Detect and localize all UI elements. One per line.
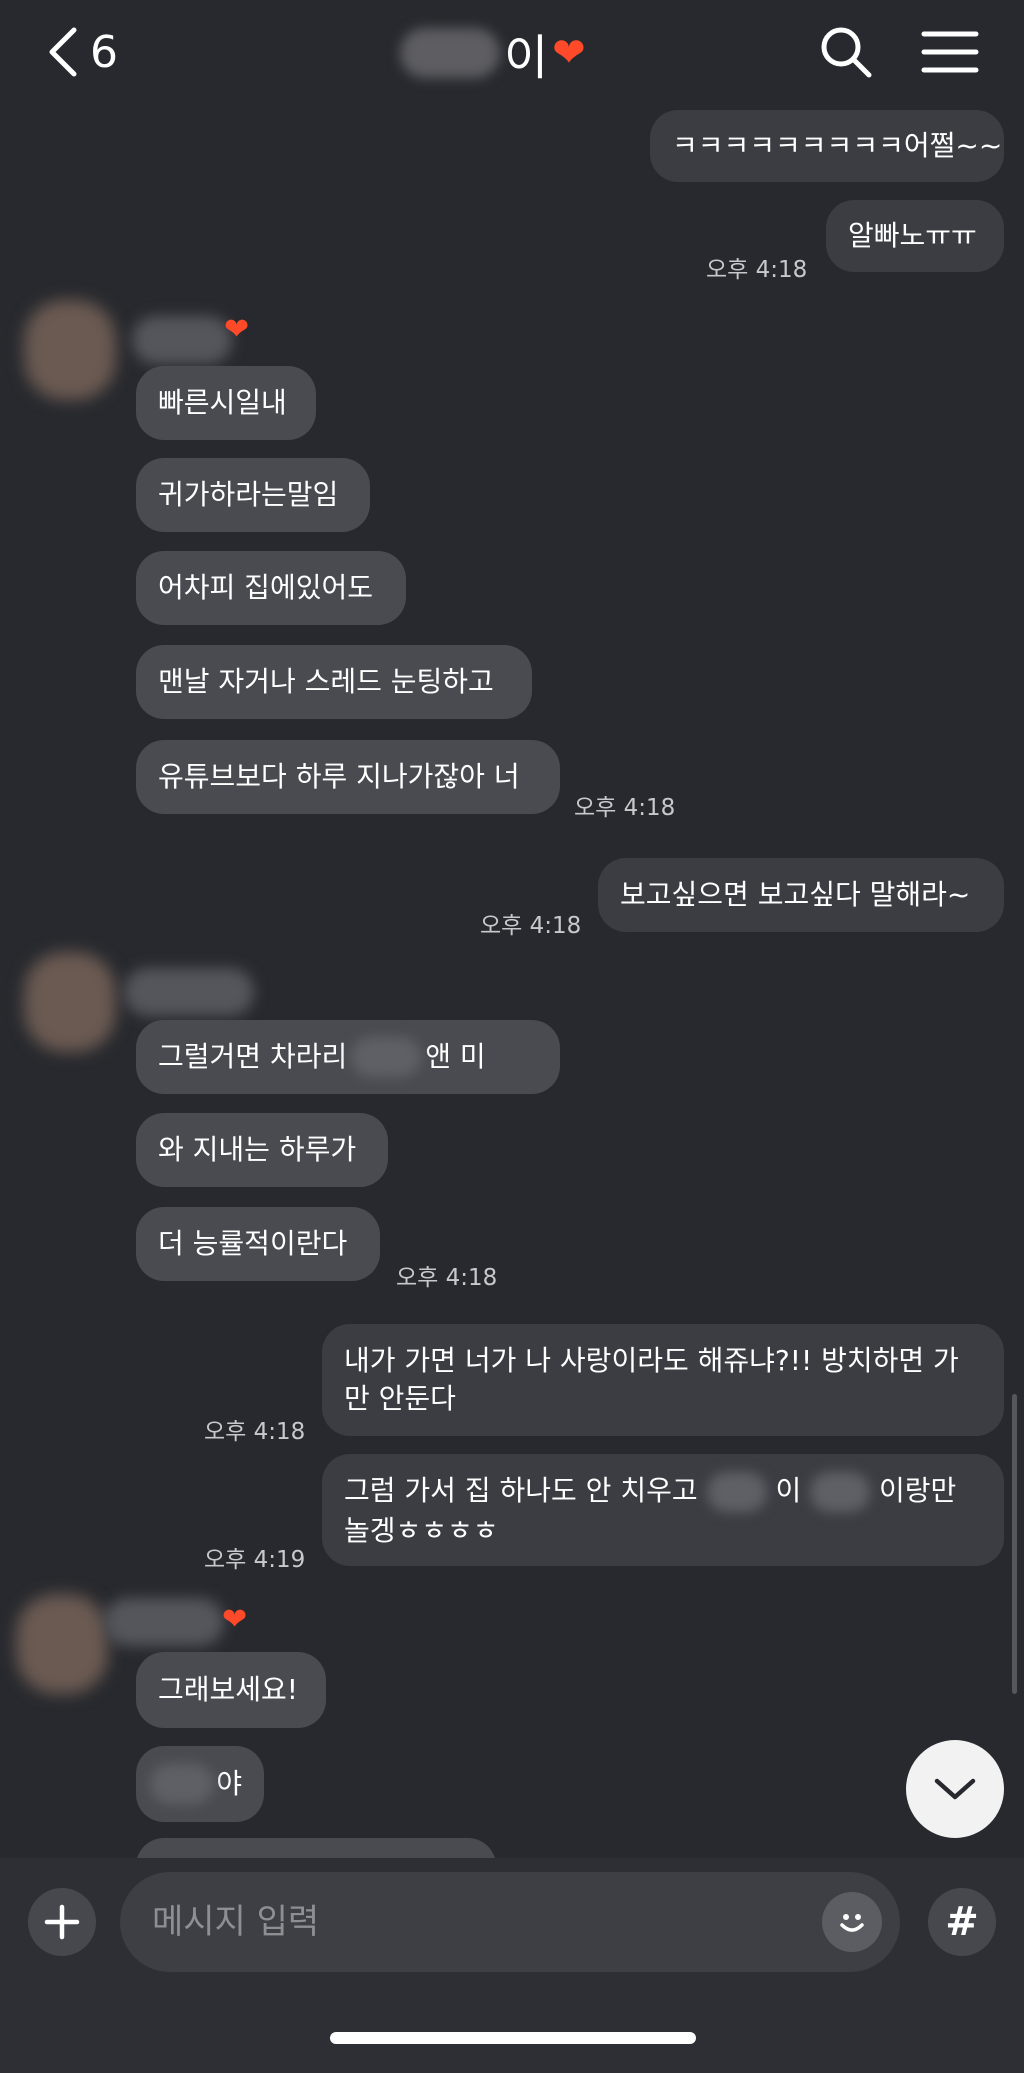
scrollbar[interactable]: [1012, 1394, 1017, 1694]
message-time: 오후 4:18: [396, 1265, 498, 1291]
attach-button[interactable]: [28, 1888, 96, 1956]
sender-name: [104, 1598, 224, 1646]
message-input-bar: #: [0, 1858, 1024, 2073]
redacted-text: [351, 1037, 422, 1077]
message-bubble-incoming[interactable]: 맨날 자거나 스레드 눈팅하고: [136, 645, 532, 719]
plus-icon: [44, 1904, 80, 1940]
message-text: 그럴거면 차라리: [158, 1040, 348, 1073]
message-bubble-incoming[interactable]: 빠른시일내: [136, 366, 316, 440]
message-input[interactable]: [120, 1872, 900, 1972]
message-bubble-outgoing[interactable]: 알빠노ㅠㅠ: [826, 200, 1004, 272]
avatar[interactable]: [24, 952, 116, 1052]
message-time: 오후 4:18: [574, 795, 676, 821]
hash-button[interactable]: #: [928, 1888, 996, 1956]
message-time: 오후 4:19: [204, 1547, 306, 1573]
message-bubble-incoming[interactable]: 야: [136, 1746, 264, 1822]
redacted-text: [150, 1764, 215, 1804]
message-bubble-incoming[interactable]: 귀가하라는말임: [136, 458, 370, 532]
message-list[interactable]: ㅋㅋㅋㅋㅋㅋㅋㅋㅋ어쩔~~ 알빠노ㅠㅠ 오후 4:18 ❤ 빠른시일내 귀가하라…: [0, 0, 1024, 1858]
chat-title-text: 이: [504, 30, 549, 86]
menu-button[interactable]: [920, 24, 980, 80]
hamburger-menu-icon: [921, 31, 979, 73]
emoji-icon: [840, 1914, 864, 1932]
message-bubble-outgoing[interactable]: ㅋㅋㅋㅋㅋㅋㅋㅋㅋ어쩔~~: [650, 110, 1004, 182]
message-bubble-incoming[interactable]: 그럴거면 차라리 앤 미: [136, 1020, 560, 1094]
message-bubble-outgoing[interactable]: 그럼 가서 집 하나도 안 치우고 이 이랑만 놀겡ㅎㅎㅎㅎ: [322, 1454, 1004, 1566]
emoji-button[interactable]: [822, 1892, 882, 1952]
message-time: 오후 4:18: [204, 1419, 306, 1445]
chat-header: 6 이 ❤: [0, 0, 1024, 104]
message-time: 오후 4:18: [480, 913, 582, 939]
heart-icon: ❤: [222, 1602, 248, 1637]
message-text: 이: [775, 1474, 802, 1507]
search-icon: [821, 27, 872, 78]
avatar[interactable]: [24, 300, 116, 400]
message-time: 오후 4:18: [706, 257, 808, 283]
search-button[interactable]: [818, 24, 874, 80]
sender-name: [124, 968, 254, 1016]
unread-count: 6: [90, 26, 118, 78]
scroll-to-bottom-button[interactable]: [906, 1740, 1004, 1838]
sender-name: [132, 316, 232, 364]
chat-screen: ㅋㅋㅋㅋㅋㅋㅋㅋㅋ어쩔~~ 알빠노ㅠㅠ 오후 4:18 ❤ 빠른시일내 귀가하라…: [0, 0, 1024, 2073]
heart-icon: ❤: [224, 312, 250, 347]
chevron-left-icon: [49, 27, 77, 77]
message-bubble-incoming[interactable]: [136, 1838, 496, 1858]
redacted-text: [400, 28, 500, 78]
back-button[interactable]: 6: [44, 24, 134, 80]
message-text: 그럼 가서 집 하나도 안 치우고: [344, 1474, 698, 1507]
message-bubble-incoming[interactable]: 유튜브보다 하루 지나가잖아 너: [136, 740, 560, 814]
home-indicator: [330, 2032, 696, 2044]
message-bubble-outgoing[interactable]: 보고싶으면 보고싶다 말해라~: [598, 858, 1004, 932]
redacted-text: [706, 1472, 767, 1512]
message-bubble-outgoing[interactable]: 내가 가면 너가 나 사랑이라도 해쥬냐?!! 방치하면 가만 안둔다: [322, 1324, 1004, 1436]
message-bubble-incoming[interactable]: 어차피 집에있어도: [136, 551, 406, 625]
redacted-text: [810, 1472, 871, 1512]
chat-title[interactable]: 이 ❤: [400, 18, 586, 88]
message-bubble-incoming[interactable]: 더 능률적이란다: [136, 1207, 380, 1281]
heart-icon: ❤: [552, 30, 586, 76]
message-text: 앤 미: [425, 1040, 486, 1073]
avatar[interactable]: [16, 1594, 108, 1694]
message-bubble-incoming[interactable]: 와 지내는 하루가: [136, 1113, 388, 1187]
hash-icon: #: [945, 1899, 979, 1945]
message-bubble-incoming[interactable]: 그래보세요!: [136, 1652, 326, 1728]
chevron-down-icon: [934, 1778, 976, 1800]
message-text: 야: [216, 1767, 242, 1800]
